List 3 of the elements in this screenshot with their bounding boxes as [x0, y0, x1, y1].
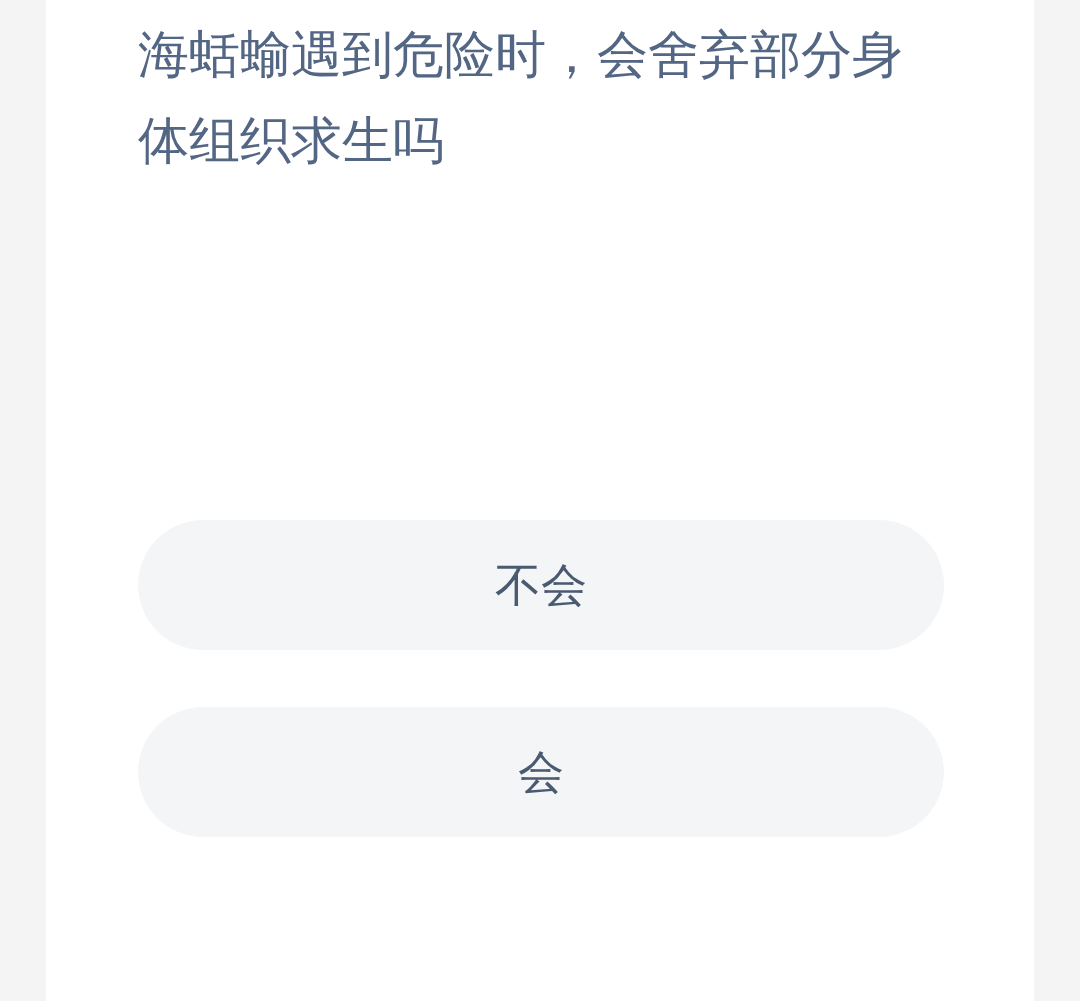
question-text: 海蛞蝓遇到危险时，会舍弃部分身体组织求生吗 [138, 24, 904, 172]
answer-option-button[interactable]: 不会 [138, 520, 944, 650]
answer-option-button[interactable]: 会 [138, 707, 944, 837]
